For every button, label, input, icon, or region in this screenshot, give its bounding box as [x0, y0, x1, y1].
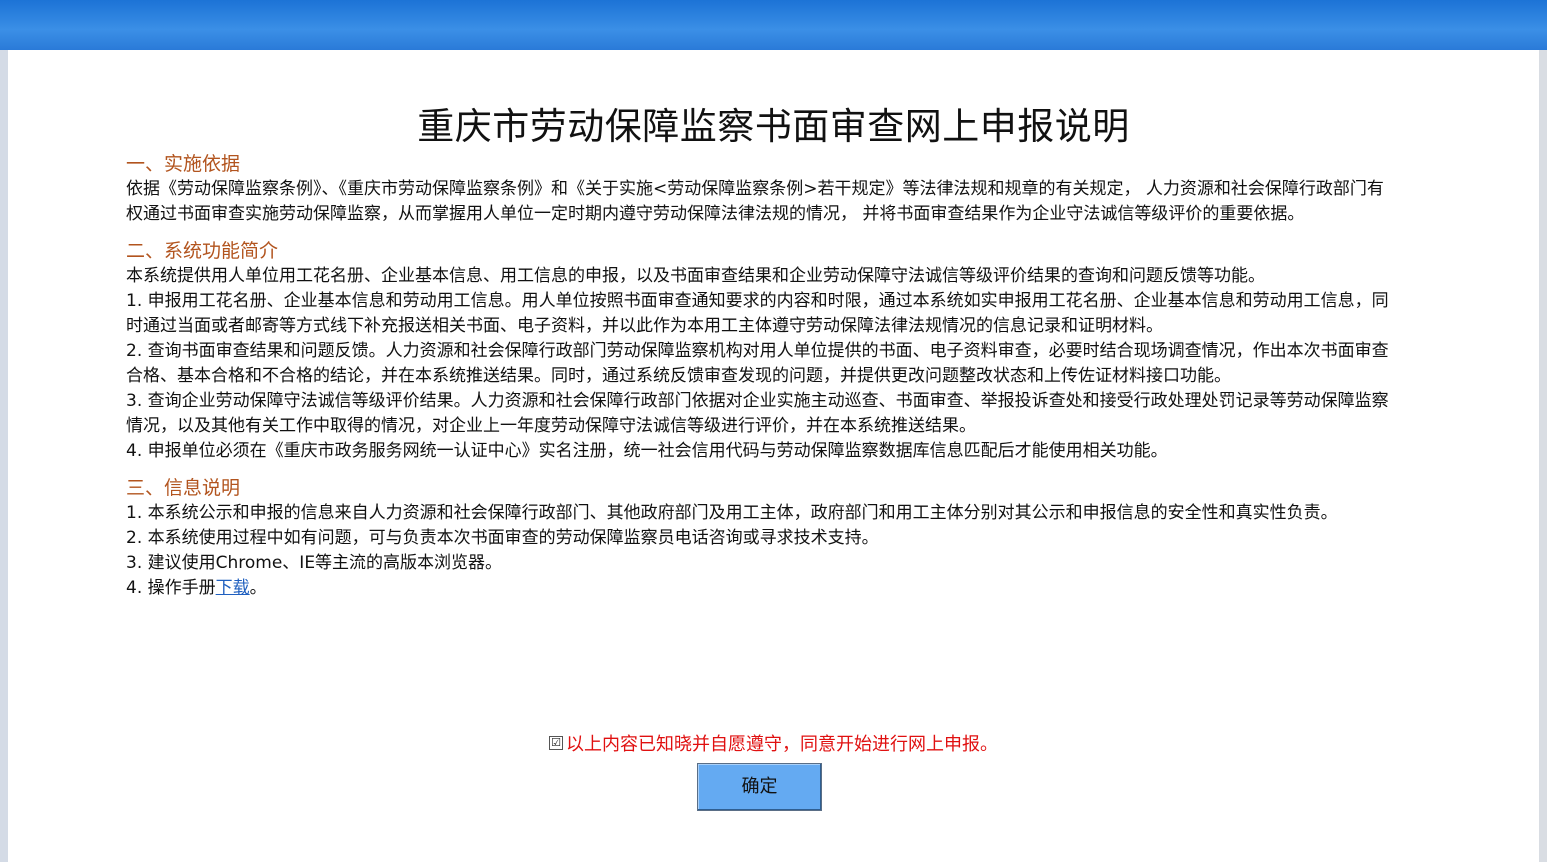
manual-download-link[interactable]: 下载: [216, 578, 250, 598]
section-heading-info: 三、信息说明: [126, 477, 241, 499]
info-item-3: 3. 建议使用Chrome、IE等主流的高版本浏览器。: [126, 553, 503, 573]
basis-paragraph: 依据《劳动保障监察条例》、《重庆市劳动保障监察条例》和《关于实施<劳动保障监察条…: [126, 179, 1384, 224]
manual-prefix: 4. 操作手册: [126, 578, 216, 598]
agree-label[interactable]: 以上内容已知晓并自愿遵守，同意开始进行网上申报。: [566, 734, 998, 755]
notice-content: 一、实施依据 依据《劳动保障监察条例》、《重庆市劳动保障监察条例》和《关于实施<…: [126, 152, 1391, 601]
section-heading-basis: 一、实施依据: [126, 153, 241, 175]
functions-item-3: 3. 查询企业劳动保障守法诚信等级评价结果。人力资源和社会保障行政部门依据对企业…: [126, 391, 1389, 436]
confirm-button[interactable]: 确定: [697, 763, 822, 811]
functions-item-4: 4. 申报单位必须在《重庆市政务服务网统一认证中心》实名注册，统一社会信用代码与…: [126, 441, 1168, 461]
right-frame-edge: [1539, 50, 1547, 862]
functions-intro: 本系统提供用人单位用工花名册、企业基本信息、用工信息的申报，以及书面审查结果和企…: [126, 266, 1265, 286]
section-heading-functions: 二、系统功能简介: [126, 240, 279, 262]
info-item-1: 1. 本系统公示和申报的信息来自人力资源和社会保障行政部门、其他政府部门及用工主…: [126, 503, 1338, 523]
agree-checkbox[interactable]: ☑: [549, 736, 563, 750]
info-item-4: 4. 操作手册下载。: [126, 576, 1391, 601]
functions-item-1: 1. 申报用工花名册、企业基本信息和劳动用工信息。用人单位按照书面审查通知要求的…: [126, 291, 1389, 336]
agree-row: ☑ 以上内容已知晓并自愿遵守，同意开始进行网上申报。: [8, 730, 1539, 756]
left-frame-edge: [0, 50, 8, 862]
window-title-bar: [0, 0, 1547, 50]
manual-suffix: 。: [249, 578, 267, 598]
notice-dialog: 重庆市劳动保障监察书面审查网上申报说明 一、实施依据 依据《劳动保障监察条例》、…: [8, 50, 1539, 862]
functions-item-2: 2. 查询书面审查结果和问题反馈。人力资源和社会保障行政部门劳动保障监察机构对用…: [126, 341, 1389, 386]
info-item-2: 2. 本系统使用过程中如有问题，可与负责本次书面审查的劳动保障监察员电话咨询或寻…: [126, 528, 879, 548]
page-title: 重庆市劳动保障监察书面审查网上申报说明: [417, 105, 1130, 148]
